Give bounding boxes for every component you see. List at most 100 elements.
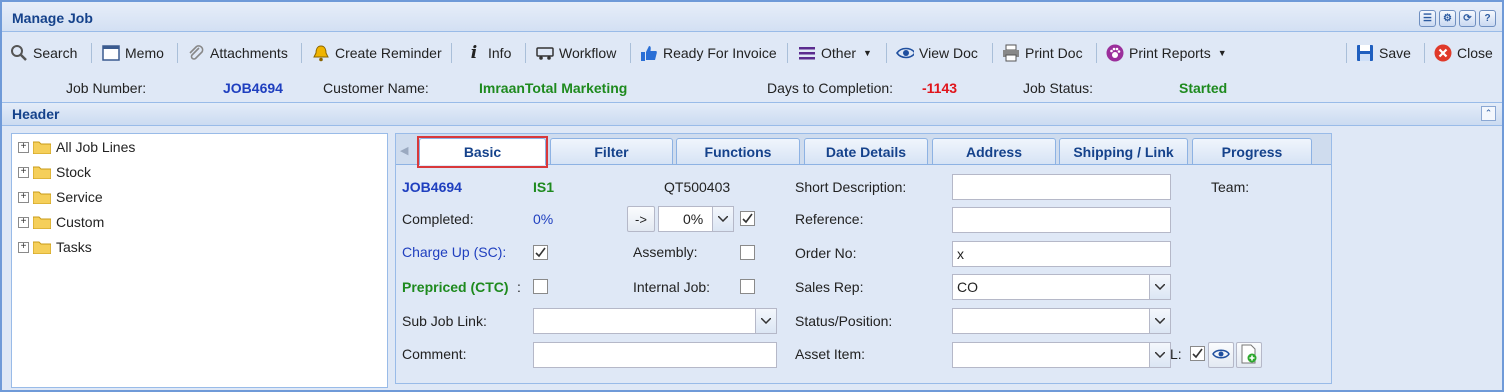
tree-item-service[interactable]: + Service — [18, 187, 103, 207]
close-button[interactable]: Close — [1434, 41, 1493, 65]
tree-item-all-job-lines[interactable]: + All Job Lines — [18, 137, 135, 157]
expand-icon[interactable]: + — [18, 141, 29, 153]
folder-icon — [32, 165, 52, 180]
order-no-label: Order No: — [795, 245, 857, 261]
dropdown-arrow-icon: ▼ — [1217, 48, 1227, 58]
sales-rep-select[interactable]: CO — [952, 274, 1171, 300]
tree-item-tasks[interactable]: + Tasks — [18, 237, 92, 257]
floppy-disk-icon — [1356, 44, 1374, 62]
eye-icon — [896, 44, 914, 62]
internal-job-label: Internal Job: — [633, 279, 711, 295]
window-title: Manage Job — [12, 10, 93, 26]
expand-icon[interactable]: + — [18, 241, 29, 253]
job-number-label: Job Number: — [66, 80, 147, 96]
prepriced-label: Prepriced (CTC) — [402, 279, 509, 295]
prepriced-checkbox[interactable] — [533, 279, 548, 294]
sub-job-link-select[interactable] — [533, 308, 777, 334]
l-checkbox[interactable] — [1190, 346, 1205, 361]
status-position-label: Status/Position: — [795, 313, 893, 329]
eye-icon — [1212, 348, 1230, 363]
expand-icon[interactable]: + — [18, 216, 29, 228]
basic-tab-highlight — [417, 136, 548, 168]
tab-progress[interactable]: Progress — [1192, 138, 1312, 164]
job-info-bar: Job Number: JOB4694 Customer Name: Imraa… — [2, 76, 1502, 100]
charge-up-checkbox[interactable] — [533, 245, 548, 260]
magnifier-icon — [10, 44, 28, 62]
view-doc-button[interactable]: View Doc — [896, 41, 978, 65]
assembly-checkbox[interactable] — [740, 245, 755, 260]
tree-item-custom[interactable]: + Custom — [18, 212, 104, 232]
days-to-completion-label: Days to Completion: — [767, 80, 894, 96]
reference-label: Reference: — [795, 211, 864, 227]
gear-icon[interactable]: ⚙ — [1439, 10, 1456, 27]
comment-label: Comment: — [402, 346, 467, 362]
job-status-value: Started — [1179, 80, 1228, 96]
chevron-down-icon[interactable] — [1149, 309, 1170, 333]
tree-item-stock[interactable]: + Stock — [18, 162, 91, 182]
order-no-input[interactable]: x — [952, 241, 1171, 267]
expand-icon[interactable]: + — [18, 166, 29, 178]
create-reminder-button[interactable]: Create Reminder — [312, 41, 442, 65]
internal-job-checkbox[interactable] — [740, 279, 755, 294]
add-asset-button[interactable] — [1236, 342, 1262, 368]
days-to-completion-value: -1143 — [922, 80, 958, 96]
print-reports-button[interactable]: Print Reports ▼ — [1106, 41, 1227, 65]
workflow-button[interactable]: Workflow — [536, 41, 616, 65]
ready-for-invoice-button[interactable]: Ready For Invoice — [640, 41, 777, 65]
status-position-select[interactable] — [952, 308, 1171, 334]
sub-job-link-label: Sub Job Link: — [402, 313, 487, 329]
assembly-label: Assembly: — [633, 244, 698, 260]
refresh-icon[interactable]: ⟳ — [1459, 10, 1476, 27]
percent-select[interactable]: 0% — [658, 206, 734, 232]
close-icon — [1434, 44, 1452, 62]
memo-button[interactable]: Memo — [102, 41, 164, 65]
title-tools: ☰ ⚙ ⟳ ? — [1419, 10, 1496, 27]
job-details-panel: ◀ Basic Filter Functions Date Details Ad… — [395, 133, 1332, 384]
apply-percent-button[interactable]: -> — [627, 206, 655, 232]
job-lines-tree: + All Job Lines + Stock + Service + Cust… — [11, 133, 388, 388]
collapse-up-icon[interactable]: ⌃ — [1481, 106, 1496, 121]
tab-shipping-link[interactable]: Shipping / Link — [1059, 138, 1188, 164]
header-section-title: Header — [12, 106, 60, 122]
info-button[interactable]: i Info — [465, 41, 512, 65]
l-label: L: — [1170, 346, 1182, 362]
print-doc-button[interactable]: Print Doc — [1002, 41, 1083, 65]
folder-icon — [32, 190, 52, 205]
other-menu-button[interactable]: Other ▼ — [798, 41, 872, 65]
reference-input[interactable] — [952, 207, 1171, 233]
comment-input[interactable] — [533, 342, 777, 368]
tab-filter[interactable]: Filter — [550, 138, 673, 164]
chevron-down-icon[interactable] — [1149, 275, 1170, 299]
percent-checkbox[interactable] — [740, 211, 755, 226]
asset-item-label: Asset Item: — [795, 346, 866, 362]
dropdown-arrow-icon: ▼ — [863, 48, 872, 58]
thumbs-up-icon — [640, 44, 658, 62]
asset-item-select[interactable] — [952, 342, 1171, 368]
view-asset-button[interactable] — [1208, 342, 1234, 368]
job-number-value: JOB4694 — [223, 80, 283, 96]
info-icon: i — [470, 43, 478, 63]
chevron-down-icon[interactable] — [755, 309, 776, 333]
chevron-down-icon[interactable] — [1149, 343, 1170, 367]
tab-address[interactable]: Address — [932, 138, 1056, 164]
save-button[interactable]: Save — [1356, 41, 1411, 65]
paperclip-icon — [187, 44, 205, 62]
menu-icon — [798, 44, 816, 62]
title-bar: Manage Job ☰ ⚙ ⟳ ? — [2, 2, 1502, 32]
folder-icon — [32, 240, 52, 255]
attachments-button[interactable]: Attachments — [187, 41, 288, 65]
tab-scroll-left-icon[interactable]: ◀ — [400, 144, 408, 157]
help-icon[interactable]: ? — [1479, 10, 1496, 27]
paw-icon — [1106, 44, 1124, 62]
list-icon[interactable]: ☰ — [1419, 10, 1436, 27]
tab-strip: ◀ Basic Filter Functions Date Details Ad… — [396, 134, 1331, 168]
customer-name-value: ImraanTotal Marketing — [479, 80, 628, 96]
search-button[interactable]: Search — [10, 41, 77, 65]
tab-functions[interactable]: Functions — [676, 138, 800, 164]
expand-icon[interactable]: + — [18, 191, 29, 203]
job-status-label: Job Status: — [1023, 80, 1094, 96]
chevron-down-icon[interactable] — [712, 207, 733, 231]
tab-date-details[interactable]: Date Details — [804, 138, 928, 164]
completed-value: 0% — [533, 211, 554, 227]
short-description-input[interactable] — [952, 174, 1171, 200]
